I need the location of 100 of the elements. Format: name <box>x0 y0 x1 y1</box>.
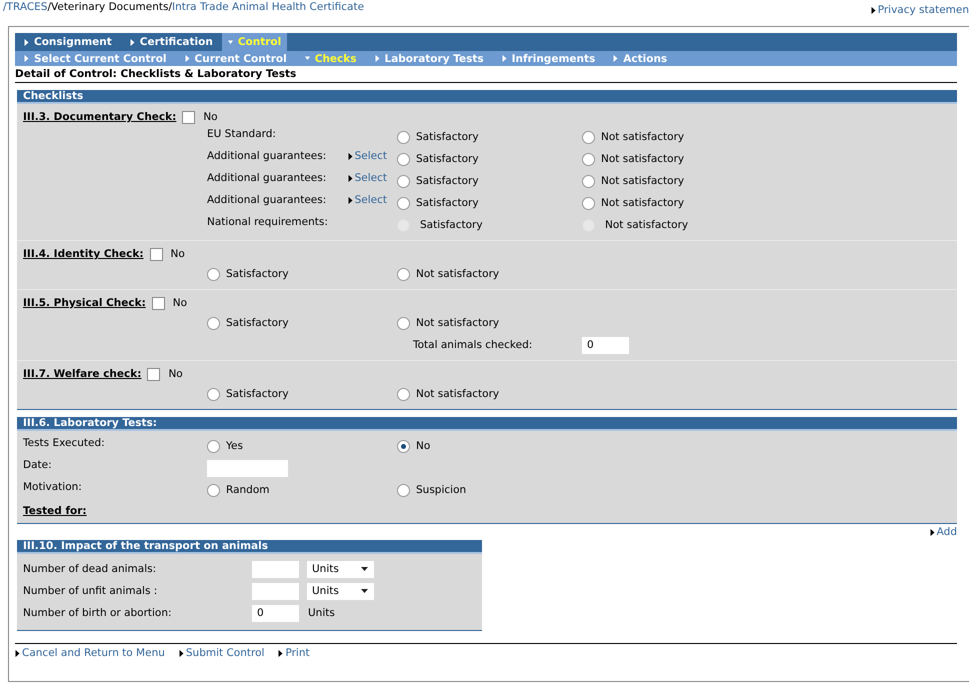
radio-label: Not satisfactory <box>605 219 688 231</box>
radio-label: Suspicion <box>416 484 466 496</box>
caret-right-icon <box>613 55 618 62</box>
radio-label: Not satisfactory <box>601 175 684 187</box>
select-link[interactable]: Select <box>348 150 387 162</box>
check-title: III.7. Welfare check: <box>23 368 142 380</box>
radio-button[interactable] <box>397 484 410 496</box>
number-field[interactable]: 0 <box>252 604 299 622</box>
footer-link[interactable]: Cancel and Return to Menu <box>15 647 165 659</box>
radio-button[interactable] <box>207 388 220 400</box>
radio-button[interactable] <box>207 268 220 280</box>
section-header: III.6. Laboratory Tests: <box>17 417 957 431</box>
radio-button[interactable] <box>207 316 220 330</box>
radio-button[interactable] <box>582 152 595 166</box>
radio-button[interactable] <box>397 440 410 452</box>
caret-down-icon <box>361 567 368 571</box>
date-field[interactable] <box>207 460 288 476</box>
checkbox[interactable] <box>150 248 163 260</box>
check-title: III.4. Identity Check: <box>23 248 144 260</box>
number-field[interactable] <box>252 582 299 600</box>
input-field[interactable]: 0 <box>582 336 629 354</box>
caret-right-icon <box>278 650 284 656</box>
caret-right-icon <box>24 38 29 46</box>
radio-button[interactable] <box>397 174 410 188</box>
check-title: III.3. Documentary Check: <box>23 111 176 123</box>
breadcrumb-link[interactable]: Intra Trade Animal Health Certificate <box>172 1 364 13</box>
radio-label: Yes <box>226 440 243 452</box>
section-header: Checklists <box>17 90 957 104</box>
field-label: Additional guarantees: <box>207 194 326 206</box>
radio-label: Not satisfactory <box>416 268 500 280</box>
field-label: National requirements: <box>207 216 328 228</box>
radio-button[interactable] <box>582 196 595 210</box>
caret-right-icon <box>374 55 380 62</box>
checkbox[interactable] <box>182 110 196 124</box>
select-link[interactable]: Select <box>348 172 387 184</box>
caret-right-icon <box>930 528 935 536</box>
caret-right-icon <box>15 650 20 656</box>
radio-button[interactable] <box>397 268 410 280</box>
radio-button[interactable] <box>397 196 410 210</box>
breadcrumb-link[interactable]: /TRACES <box>3 1 48 13</box>
caret-right-icon <box>502 55 507 62</box>
units-dropdown[interactable]: Units <box>307 560 374 578</box>
checkbox-label: No <box>170 248 185 260</box>
footer-link[interactable]: Print <box>278 647 310 659</box>
radio-label: Satisfactory <box>226 388 289 400</box>
field-label: Additional guarantees: <box>207 172 326 184</box>
select-link[interactable]: Select <box>348 194 387 206</box>
units-dropdown[interactable]: Units <box>307 582 374 600</box>
unit-label: Units <box>308 607 335 619</box>
radio-label: Satisfactory <box>420 219 483 231</box>
caret-right-icon <box>348 152 353 160</box>
radio-label: Not satisfactory <box>416 388 500 400</box>
caret-down-icon <box>361 589 368 593</box>
footer-link[interactable]: Submit Control <box>178 647 264 659</box>
radio-label: No <box>416 440 430 452</box>
checkbox[interactable] <box>147 368 160 380</box>
caret-down-icon <box>304 55 310 62</box>
caret-right-icon <box>870 6 876 14</box>
caret-right-icon <box>348 196 353 204</box>
check-title: III.5. Physical Check: <box>23 297 146 309</box>
radio-button[interactable] <box>582 174 595 188</box>
radio-button[interactable] <box>397 130 410 144</box>
radio-label: Not satisfactory <box>601 153 684 165</box>
breadcrumb-text: /Veterinary Documents/ <box>47 1 172 13</box>
tested-for-label: Tested for: <box>23 505 88 517</box>
radio-button[interactable] <box>207 440 220 452</box>
radio-label: Not satisfactory <box>601 197 684 209</box>
radio-label: Satisfactory <box>416 175 479 187</box>
radio-label: Random <box>226 484 270 496</box>
privacy-link[interactable]: Privacy statemen <box>870 0 969 16</box>
radio-button[interactable] <box>397 152 410 166</box>
radio-button[interactable] <box>207 484 220 496</box>
checkbox[interactable] <box>152 296 165 310</box>
radio-label: Not satisfactory <box>416 317 500 329</box>
radio-button[interactable] <box>582 130 595 144</box>
menu-tab[interactable]: Certification <box>120 33 222 51</box>
add-link[interactable]: Add <box>930 526 957 538</box>
radio-button[interactable] <box>397 388 410 400</box>
caret-down-icon <box>228 38 233 46</box>
radio-label: Satisfactory <box>416 131 479 143</box>
radio-label: Satisfactory <box>226 268 289 280</box>
number-field[interactable] <box>252 560 299 578</box>
checkbox-label: No <box>172 297 188 309</box>
field-label: Total animals checked: <box>413 339 532 351</box>
field-label: Date: <box>23 459 52 471</box>
section-header: III.10. Impact of the transport on animals <box>17 540 482 554</box>
page-heading: Detail of Control: Checklists & Laboratory Tests <box>15 66 957 83</box>
field-label: EU Standard: <box>207 128 276 140</box>
field-label: Number of dead animals: <box>23 563 158 575</box>
radio-button[interactable] <box>397 316 410 330</box>
menu-tab[interactable]: Consignment <box>15 33 121 51</box>
field-label: Motivation: <box>23 481 82 493</box>
radio-label: Satisfactory <box>226 317 289 329</box>
caret-right-icon <box>24 55 29 62</box>
caret-right-icon <box>348 174 353 182</box>
radio-label: Satisfactory <box>416 197 479 209</box>
checkbox-label: No <box>203 111 218 123</box>
caret-right-icon <box>178 650 184 656</box>
radio-label: Satisfactory <box>416 153 479 165</box>
field-label: Number of unfit animals : <box>23 585 158 597</box>
